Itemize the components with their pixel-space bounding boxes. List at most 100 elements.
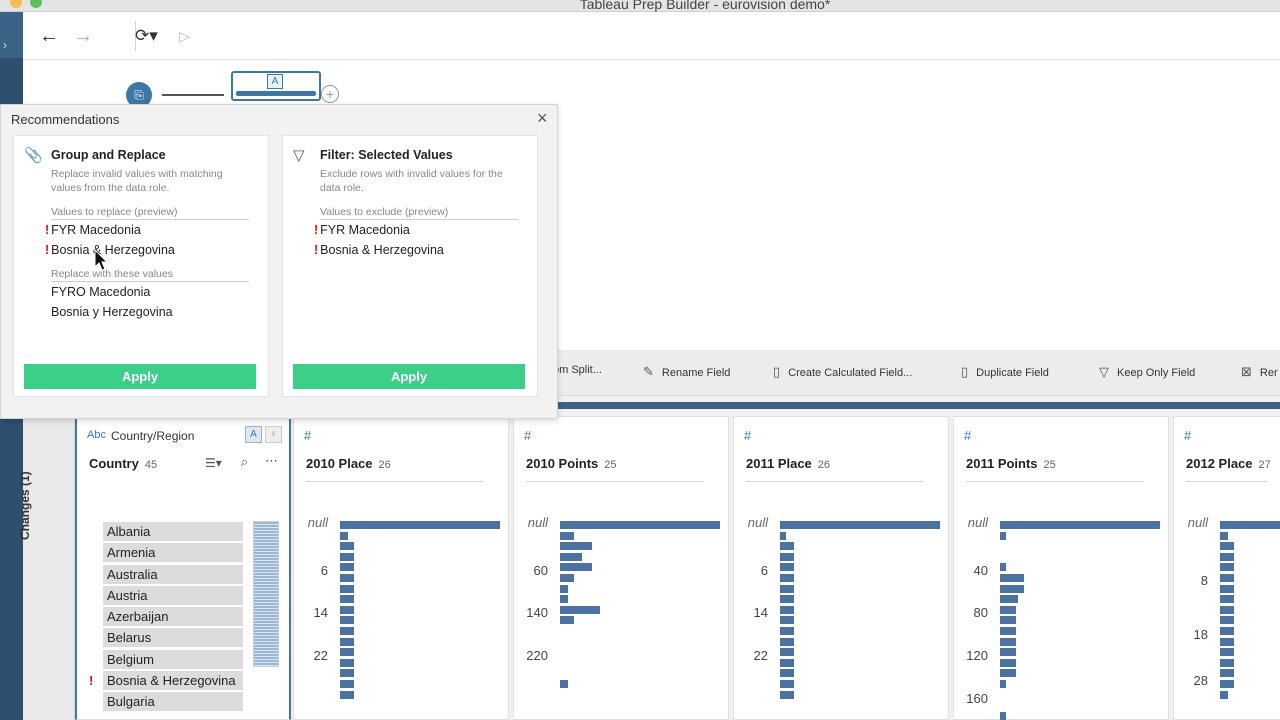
recommendations-lightbulb-icon[interactable]: ♀	[265, 426, 282, 443]
list-item[interactable]: Austria	[103, 585, 243, 605]
list-item[interactable]: Albania	[103, 522, 243, 541]
histogram-bar[interactable]	[780, 584, 794, 593]
field-name[interactable]: 2010 Place 26	[306, 456, 391, 471]
histogram-bar[interactable]	[1000, 563, 1006, 572]
histogram-bar[interactable]	[1000, 637, 1016, 646]
rail-toggle[interactable]: ›	[0, 12, 23, 58]
histogram-bar[interactable]	[780, 627, 794, 635]
histogram-bar[interactable]	[560, 563, 592, 572]
histogram-bar[interactable]	[780, 574, 794, 582]
histogram-bar[interactable]	[560, 552, 582, 561]
histogram-bar[interactable]	[780, 595, 794, 604]
histogram-bar[interactable]	[1000, 711, 1006, 720]
histogram-bar[interactable]	[1220, 690, 1228, 699]
histogram-bar[interactable]	[1220, 584, 1234, 593]
histogram-bar[interactable]	[1220, 648, 1234, 657]
histogram-bar[interactable]	[1220, 563, 1234, 572]
histogram-bar[interactable]	[1220, 669, 1234, 678]
histogram-bar[interactable]	[1220, 595, 1234, 604]
country-field-name[interactable]: Country 45	[89, 456, 157, 471]
histogram-bar[interactable]	[1000, 584, 1024, 593]
histogram-bar[interactable]	[1220, 680, 1234, 688]
histogram-bar[interactable]	[1000, 658, 1016, 667]
list-item[interactable]: Belarus	[103, 628, 243, 648]
number-type-icon[interactable]: #	[1184, 428, 1191, 443]
rename-field-action[interactable]: ✎ Rename Field	[643, 364, 730, 380]
field-name[interactable]: 2011 Place 26	[746, 456, 830, 471]
histogram-bar[interactable]	[1000, 595, 1018, 604]
histogram-bar[interactable]	[340, 658, 354, 667]
clean-step[interactable]: A	[231, 71, 321, 101]
split-action[interactable]: om Split...	[553, 364, 602, 376]
histogram-bar[interactable]	[560, 521, 720, 529]
data-role-icon[interactable]: A	[245, 426, 262, 443]
list-item[interactable]: Belgium	[103, 649, 243, 669]
histogram-bar[interactable]	[780, 563, 794, 572]
histogram-bar[interactable]	[1220, 542, 1234, 551]
histogram-bar[interactable]	[780, 669, 794, 678]
histogram-bar[interactable]	[780, 605, 794, 614]
apply-filter-button[interactable]: Apply	[293, 364, 525, 389]
histogram-bar[interactable]	[780, 690, 794, 699]
remove-field-action[interactable]: ⊠ Rer	[1241, 364, 1278, 380]
profile-card-field[interactable]: #2010 Place 26 null 6 14 22	[293, 416, 509, 720]
histogram-bar[interactable]	[780, 542, 794, 551]
histogram-bar[interactable]	[1220, 658, 1234, 667]
histogram-bar[interactable]	[1220, 637, 1234, 646]
histogram-bar[interactable]	[340, 542, 354, 551]
histogram-bar[interactable]	[1220, 531, 1228, 540]
histogram-bar[interactable]	[1220, 521, 1280, 529]
duplicate-field-action[interactable]: ▯ Duplicate Field	[961, 364, 1049, 380]
histogram-bar[interactable]	[780, 521, 940, 529]
histogram-bar[interactable]	[560, 542, 592, 551]
histogram-bar[interactable]	[1000, 648, 1016, 657]
forward-arrow-icon[interactable]: →	[73, 24, 93, 48]
profile-card-country[interactable]: Abc Country/Region A ♀ Country 45 ☰▾ ⌕ ⋯ …	[75, 416, 291, 720]
histogram-bar[interactable]	[560, 595, 568, 604]
histogram-bar[interactable]	[1220, 574, 1234, 582]
number-type-icon[interactable]: #	[964, 428, 971, 443]
histogram-bar[interactable]	[560, 574, 574, 582]
histogram-bar[interactable]	[1220, 605, 1234, 614]
histogram-bar[interactable]	[560, 531, 574, 540]
list-item[interactable]: ! Bosnia & Herzegovina	[89, 671, 243, 691]
histogram-bar[interactable]	[340, 690, 354, 699]
field-name[interactable]: 2010 Points 25	[526, 456, 617, 471]
histogram-bar[interactable]	[1000, 605, 1016, 614]
histogram-bar[interactable]	[780, 648, 794, 657]
histogram-bar[interactable]	[340, 680, 354, 688]
histogram-bar[interactable]	[1220, 616, 1234, 625]
histogram-bar[interactable]	[1220, 552, 1234, 561]
list-item[interactable]: Bulgaria	[103, 692, 243, 712]
search-icon[interactable]: ⌕	[241, 454, 248, 470]
keep-only-field-action[interactable]: ▽ Keep Only Field	[1099, 364, 1195, 380]
close-icon[interactable]: ×	[537, 108, 548, 129]
histogram-bar[interactable]	[340, 563, 354, 572]
list-item[interactable]: Australia	[103, 564, 243, 584]
histogram-bar[interactable]	[340, 552, 354, 561]
histogram-bar[interactable]	[340, 531, 348, 540]
histogram-bar[interactable]	[560, 616, 574, 625]
run-flow-icon[interactable]: ▷	[179, 24, 190, 48]
histogram-bar[interactable]	[1000, 521, 1160, 529]
more-options-icon[interactable]: ⋯	[265, 453, 278, 469]
refresh-icon[interactable]: ⟳▾	[135, 24, 158, 48]
number-type-icon[interactable]: #	[524, 428, 531, 443]
histogram-bar[interactable]	[340, 669, 354, 678]
histogram-bar[interactable]	[780, 658, 794, 667]
histogram-bar[interactable]	[340, 584, 354, 593]
profile-card-field[interactable]: #2011 Points 25 null 40 80 120 160	[953, 416, 1169, 720]
histogram-bar[interactable]	[780, 637, 794, 646]
histogram-bar[interactable]	[780, 552, 794, 561]
profile-card-field[interactable]: #2010 Points 25 null 60 140 220	[513, 416, 729, 720]
add-step-icon[interactable]: +	[321, 85, 339, 103]
sort-icon[interactable]: ☰▾	[205, 456, 222, 470]
scroll-overview[interactable]	[253, 521, 279, 667]
changes-panel[interactable]	[23, 409, 75, 720]
histogram-bar[interactable]	[1000, 574, 1024, 582]
histogram-bar[interactable]	[780, 680, 794, 688]
histogram-bar[interactable]	[1000, 531, 1006, 540]
histogram-bar[interactable]	[780, 616, 794, 625]
histogram-bar[interactable]	[340, 637, 354, 646]
histogram-bar[interactable]	[780, 531, 786, 540]
